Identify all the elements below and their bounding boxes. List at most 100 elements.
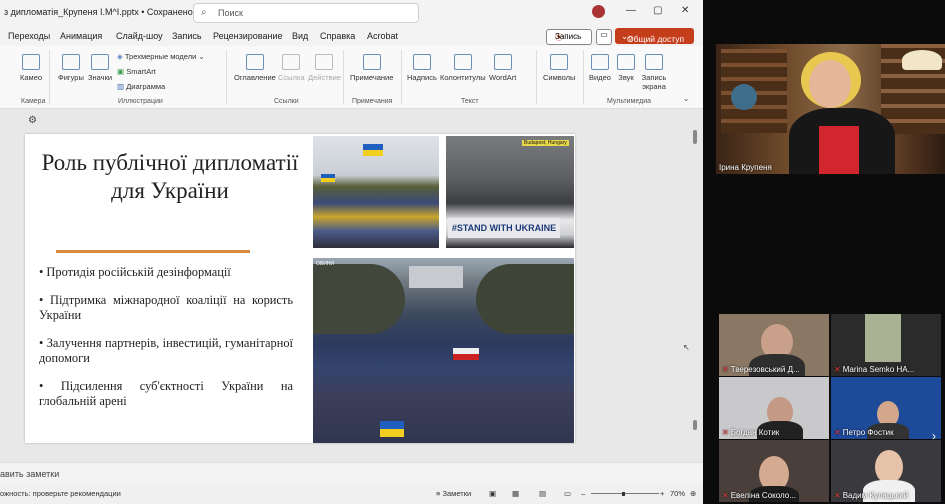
slideshow-icon[interactable]: ▭ [564, 489, 571, 498]
comment-icon: ▭ [600, 30, 608, 39]
tab-help[interactable]: Справка [320, 31, 355, 41]
maximize-icon[interactable]: ▢ [653, 5, 662, 16]
notes-icon: ≡ [436, 489, 441, 498]
next-page-icon[interactable]: › [932, 429, 936, 443]
ribbon-collapse-icon[interactable]: ⌄ [683, 94, 689, 103]
title-bar: з дипломатія_Крупеня І.М^І.pptx • Сохран… [0, 0, 703, 24]
ukraine-flag [321, 174, 335, 182]
smartart-button[interactable]: ▣ SmartArt [117, 67, 156, 76]
participant-tile[interactable]: ✕ Евеліна Соколо... [719, 440, 829, 502]
tab-transitions[interactable]: Переходы [8, 31, 50, 41]
tab-view[interactable]: Вид [292, 31, 308, 41]
cameo-button[interactable]: Камео [20, 54, 42, 82]
mic-muted-icon: ✕ [722, 428, 729, 437]
zoom-button[interactable]: Оглавление [234, 54, 276, 82]
ukraine-flag [380, 421, 404, 437]
bullet-list: • Протидія російській дезінформації • Пі… [39, 265, 293, 422]
3d-models-button[interactable]: ◈ Трехмерные модели ⌄ [117, 52, 205, 61]
link-icon [282, 54, 301, 70]
title-underline [56, 250, 250, 253]
divider [583, 50, 584, 104]
tab-animations[interactable]: Анимация [60, 31, 102, 41]
slide-sorter-icon[interactable]: ▦ [512, 489, 519, 498]
icons-icon [91, 54, 110, 70]
mic-muted-icon: ✕ [722, 365, 729, 374]
omega-icon [550, 54, 569, 70]
screen-record-icon [645, 54, 663, 70]
symbols-button[interactable]: Символы [543, 54, 575, 82]
normal-view-icon[interactable]: ▣ [489, 489, 496, 498]
audio-button[interactable]: Звук [617, 54, 635, 82]
trees [476, 264, 574, 334]
document-title[interactable]: з дипломатія_Крупеня І.М^І.pptx • Сохран… [4, 7, 203, 18]
reading-view-icon[interactable]: ▤ [539, 489, 546, 498]
search-box[interactable]: ⌕ Поиск [193, 3, 419, 23]
powerpoint-window: з дипломатія_Крупеня І.М^І.pptx • Сохран… [0, 0, 703, 504]
camera-icon [22, 54, 41, 70]
bullet-item: • Залучення партнерів, інвестицій, гуман… [39, 336, 293, 365]
participant-tile[interactable]: ✕ Marina Semko НА... [831, 314, 941, 376]
tab-record[interactable]: Запись [172, 31, 202, 41]
belarus-flag [453, 348, 479, 360]
close-icon[interactable]: ✕ [681, 5, 689, 16]
divider [226, 50, 227, 104]
rally-photo-1 [313, 136, 439, 248]
minimize-icon[interactable]: — [626, 5, 636, 16]
search-icon: ⌕ [201, 7, 207, 18]
tab-review[interactable]: Рецензирование [213, 31, 283, 41]
text-group-label: Текст [461, 98, 479, 105]
comments-group-label: Примечания [352, 98, 393, 105]
cube-icon: ◈ [117, 52, 123, 61]
zoom-in-icon[interactable]: + [660, 489, 664, 498]
comments-button[interactable]: ▭ [596, 29, 612, 45]
mic-muted-icon: ✕ [834, 365, 841, 374]
speaker-icon [617, 54, 635, 70]
wordart-button[interactable]: WordArt [489, 54, 516, 82]
notes-pane[interactable]: авить заметки [0, 462, 703, 485]
share-button[interactable]: ⇪ Общий доступ ⌄ [615, 28, 694, 44]
header-footer-button[interactable]: Колонтитулы [440, 54, 486, 82]
icons-button[interactable]: Значки [88, 54, 112, 82]
screen-record-button[interactable]: Запись экрана [640, 54, 668, 91]
participant-tile[interactable]: ✕ Богдан Котик [719, 377, 829, 439]
zoom-level[interactable]: 70% [670, 489, 685, 498]
divider [49, 50, 50, 104]
link-button[interactable]: Ссылка [278, 54, 305, 82]
search-placeholder: Поиск [218, 8, 243, 18]
participant-name: ✕ Петро Фостик [834, 428, 894, 437]
zoom-out-icon[interactable]: – [581, 489, 585, 498]
notes-toggle[interactable]: ≡ Заметки [436, 489, 471, 498]
tab-slideshow[interactable]: Слайд-шоу [116, 31, 163, 41]
photo-caption: Budapest, Hungary [522, 140, 569, 146]
action-button[interactable]: Действие [308, 54, 341, 82]
participant-tile[interactable]: ✕ Тверезовський Д... [719, 314, 829, 376]
rally-photo-2: Budapest, Hungary #STAND WITH UKRAINE [446, 136, 574, 248]
user-avatar[interactable] [592, 5, 605, 18]
textbox-button[interactable]: Надпись [407, 54, 437, 82]
comment-button[interactable]: Примечание [350, 54, 393, 82]
participant-tile[interactable]: ✕ Вадим Кулацький [831, 440, 941, 502]
divider [401, 50, 402, 104]
divider [536, 50, 537, 104]
chart-button[interactable]: ▥ Диаграмма [117, 82, 165, 91]
fit-slide-icon[interactable]: ⊕ [690, 489, 696, 498]
record-button[interactable]: ⦿ Запись [546, 29, 592, 45]
designer-icon[interactable]: ⚙ [28, 115, 37, 126]
textbox-icon [412, 54, 431, 70]
vertical-scrollbar[interactable] [692, 130, 698, 450]
accessibility-status[interactable]: ожность: проверьте рекомендации [0, 489, 121, 498]
video-button[interactable]: Видео [589, 54, 611, 82]
wordart-icon [493, 54, 512, 70]
participant-name: ✕ Вадим Кулацький [834, 491, 909, 500]
trees [313, 264, 405, 334]
links-group-label: Ссылки [274, 98, 299, 105]
illustrations-group-label: Иллюстрации [118, 98, 163, 105]
ribbon: Камео Камера Фигуры Значки ◈ Трехмерные … [0, 46, 703, 109]
participant-name: ✕ Богдан Котик [722, 428, 780, 437]
participant-tile[interactable]: ✕ Петро Фостик [831, 377, 941, 439]
zoom-slider[interactable] [591, 492, 659, 496]
speaker-video-tile[interactable]: Ірина Крупеня [716, 44, 945, 174]
tab-acrobat[interactable]: Acrobat [367, 31, 398, 41]
shapes-button[interactable]: Фигуры [58, 54, 84, 82]
slide[interactable]: Роль публічної дипломатії для України • … [25, 134, 575, 443]
